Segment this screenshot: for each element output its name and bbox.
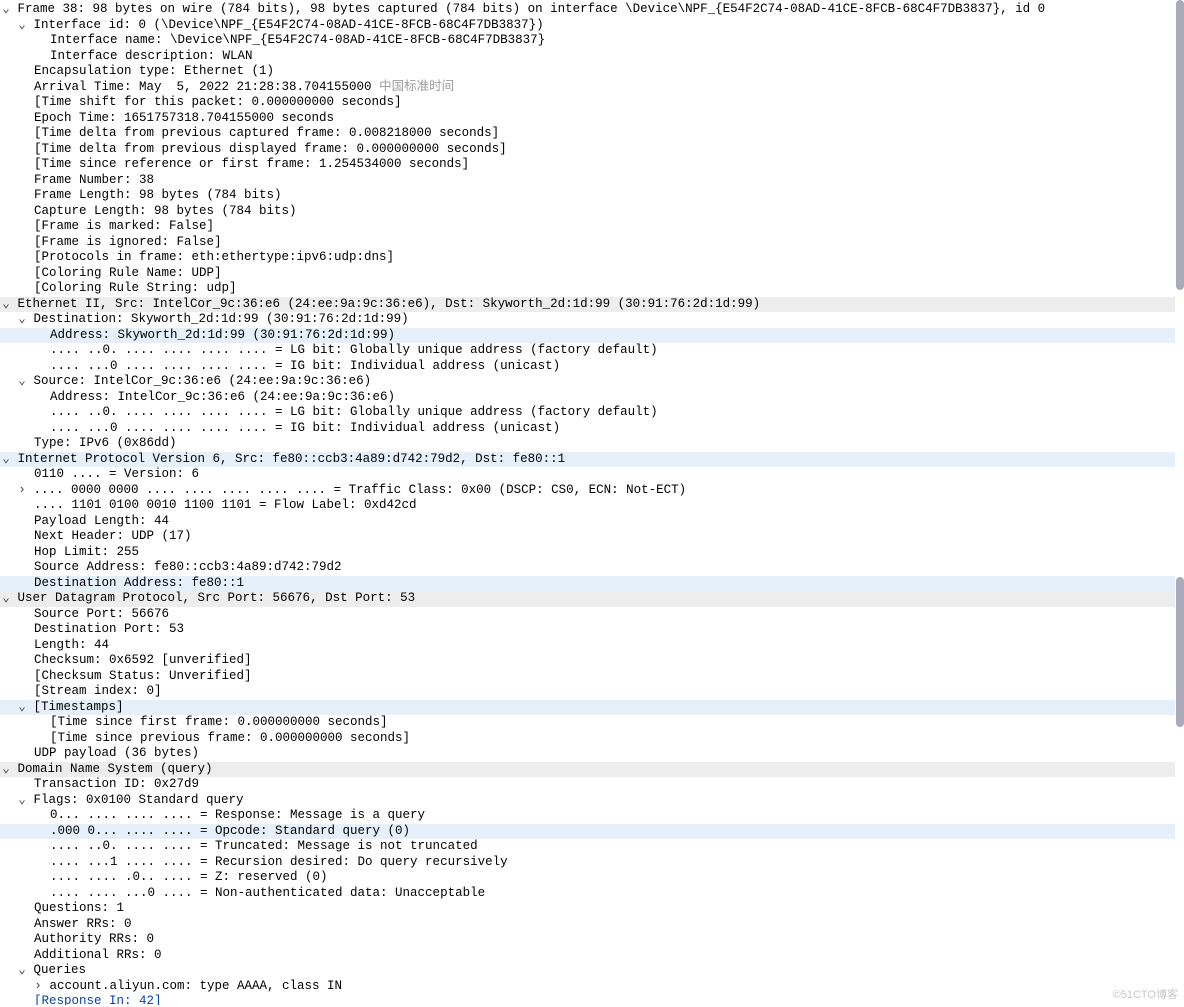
- packet-details-pane: ⌄ Frame 38: 98 bytes on wire (784 bits),…: [0, 0, 1184, 1007]
- chevron-right-icon: ›: [18, 483, 26, 499]
- eth-src-lg-bit[interactable]: .... ..0. .... .... .... .... = LG bit: …: [0, 405, 1175, 421]
- dns-additional-rrs[interactable]: Additional RRs: 0: [0, 948, 1175, 964]
- frame-ignored[interactable]: [Frame is ignored: False]: [0, 235, 1175, 251]
- interface-id[interactable]: ⌄ Interface id: 0 (\Device\NPF_{E54F2C74…: [0, 18, 1175, 34]
- dns-answer-rrs[interactable]: Answer RRs: 0: [0, 917, 1175, 933]
- interface-name[interactable]: Interface name: \Device\NPF_{E54F2C74-08…: [0, 33, 1175, 49]
- vertical-scrollbar[interactable]: [1176, 0, 1184, 1007]
- dns-flag-opcode[interactable]: .000 0... .... .... = Opcode: Standard q…: [0, 824, 1175, 840]
- chevron-down-icon: ⌄: [18, 312, 26, 328]
- time-shift[interactable]: [Time shift for this packet: 0.000000000…: [0, 95, 1175, 111]
- ipv6-next-header[interactable]: Next Header: UDP (17): [0, 529, 1175, 545]
- chevron-down-icon: ⌄: [18, 374, 26, 390]
- udp-time-since-first[interactable]: [Time since first frame: 0.000000000 sec…: [0, 715, 1175, 731]
- watermark: ©51CTO博客: [1113, 988, 1178, 1004]
- frame-marked[interactable]: [Frame is marked: False]: [0, 219, 1175, 235]
- udp-stream-index[interactable]: [Stream index: 0]: [0, 684, 1175, 700]
- chevron-right-icon: ›: [34, 979, 42, 995]
- frame-summary[interactable]: ⌄ Frame 38: 98 bytes on wire (784 bits),…: [0, 2, 1175, 18]
- ipv6-destination-address[interactable]: Destination Address: fe80::1: [0, 576, 1175, 592]
- eth-dst-lg-bit[interactable]: .... ..0. .... .... .... .... = LG bit: …: [0, 343, 1175, 359]
- capture-length[interactable]: Capture Length: 98 bytes (784 bits): [0, 204, 1175, 220]
- chevron-down-icon: ⌄: [2, 452, 10, 468]
- dns-flag-response[interactable]: 0... .... .... .... = Response: Message …: [0, 808, 1175, 824]
- interface-desc[interactable]: Interface description: WLAN: [0, 49, 1175, 65]
- dns-response-in-link[interactable]: [Response In: 42]: [34, 994, 162, 1005]
- dns-response-in[interactable]: [Response In: 42]: [0, 994, 1175, 1005]
- eth-type[interactable]: Type: IPv6 (0x86dd): [0, 436, 1175, 452]
- eth-src-address[interactable]: Address: IntelCor_9c:36:e6 (24:ee:9a:9c:…: [0, 390, 1175, 406]
- interface-id-text: Interface id: 0 (\Device\NPF_{E54F2C74-0…: [34, 18, 544, 32]
- coloring-rule-string[interactable]: [Coloring Rule String: udp]: [0, 281, 1175, 297]
- packet-tree[interactable]: ⌄ Frame 38: 98 bytes on wire (784 bits),…: [0, 2, 1175, 1005]
- ipv6-hop-limit[interactable]: Hop Limit: 255: [0, 545, 1175, 561]
- dns-flag-z[interactable]: .... .... .0.. .... = Z: reserved (0): [0, 870, 1175, 886]
- udp-summary[interactable]: ⌄ User Datagram Protocol, Src Port: 5667…: [0, 591, 1175, 607]
- dns-authority-rrs[interactable]: Authority RRs: 0: [0, 932, 1175, 948]
- ipv6-traffic-class[interactable]: › .... 0000 0000 .... .... .... .... ...…: [0, 483, 1175, 499]
- udp-payload[interactable]: UDP payload (36 bytes): [0, 746, 1175, 762]
- dns-summary[interactable]: ⌄ Domain Name System (query): [0, 762, 1175, 778]
- eth-dst-address[interactable]: Address: Skyworth_2d:1d:99 (30:91:76:2d:…: [0, 328, 1175, 344]
- udp-time-since-previous[interactable]: [Time since previous frame: 0.000000000 …: [0, 731, 1175, 747]
- time-delta-displayed[interactable]: [Time delta from previous displayed fram…: [0, 142, 1175, 158]
- scrollbar-thumb[interactable]: [1176, 0, 1184, 290]
- ethernet-summary[interactable]: ⌄ Ethernet II, Src: IntelCor_9c:36:e6 (2…: [0, 297, 1175, 313]
- dns-transaction-id[interactable]: Transaction ID: 0x27d9: [0, 777, 1175, 793]
- time-since-reference[interactable]: [Time since reference or first frame: 1.…: [0, 157, 1175, 173]
- protocols-in-frame[interactable]: [Protocols in frame: eth:ethertype:ipv6:…: [0, 250, 1175, 266]
- udp-summary-text: User Datagram Protocol, Src Port: 56676,…: [18, 591, 416, 605]
- time-delta-captured[interactable]: [Time delta from previous captured frame…: [0, 126, 1175, 142]
- udp-destination-port[interactable]: Destination Port: 53: [0, 622, 1175, 638]
- chevron-down-icon: ⌄: [2, 297, 10, 313]
- timezone-label: 中国标准时间: [379, 80, 454, 94]
- udp-length[interactable]: Length: 44: [0, 638, 1175, 654]
- encapsulation-type[interactable]: Encapsulation type: Ethernet (1): [0, 64, 1175, 80]
- chevron-down-icon: ⌄: [2, 2, 10, 18]
- dns-query-item[interactable]: › account.aliyun.com: type AAAA, class I…: [0, 979, 1175, 995]
- chevron-down-icon: ⌄: [2, 762, 10, 778]
- udp-checksum-status[interactable]: [Checksum Status: Unverified]: [0, 669, 1175, 685]
- dns-summary-text: Domain Name System (query): [18, 762, 213, 776]
- ipv6-summary-text: Internet Protocol Version 6, Src: fe80::…: [18, 452, 566, 466]
- frame-number[interactable]: Frame Number: 38: [0, 173, 1175, 189]
- frame-summary-text: Frame 38: 98 bytes on wire (784 bits), 9…: [18, 2, 1046, 16]
- scrollbar-thumb[interactable]: [1176, 577, 1184, 727]
- dns-questions[interactable]: Questions: 1: [0, 901, 1175, 917]
- chevron-down-icon: ⌄: [2, 591, 10, 607]
- ipv6-flow-label[interactable]: .... 1101 0100 0010 1100 1101 = Flow Lab…: [0, 498, 1175, 514]
- eth-source[interactable]: ⌄ Source: IntelCor_9c:36:e6 (24:ee:9a:9c…: [0, 374, 1175, 390]
- coloring-rule-name[interactable]: [Coloring Rule Name: UDP]: [0, 266, 1175, 282]
- dns-flag-non-auth[interactable]: .... .... ...0 .... = Non-authenticated …: [0, 886, 1175, 902]
- dns-flags[interactable]: ⌄ Flags: 0x0100 Standard query: [0, 793, 1175, 809]
- eth-dst-ig-bit[interactable]: .... ...0 .... .... .... .... = IG bit: …: [0, 359, 1175, 375]
- udp-source-port[interactable]: Source Port: 56676: [0, 607, 1175, 623]
- udp-timestamps[interactable]: ⌄ [Timestamps]: [0, 700, 1175, 716]
- ipv6-version[interactable]: 0110 .... = Version: 6: [0, 467, 1175, 483]
- chevron-down-icon: ⌄: [18, 963, 26, 979]
- frame-length[interactable]: Frame Length: 98 bytes (784 bits): [0, 188, 1175, 204]
- chevron-down-icon: ⌄: [18, 18, 26, 34]
- eth-destination[interactable]: ⌄ Destination: Skyworth_2d:1d:99 (30:91:…: [0, 312, 1175, 328]
- eth-src-ig-bit[interactable]: .... ...0 .... .... .... .... = IG bit: …: [0, 421, 1175, 437]
- dns-queries[interactable]: ⌄ Queries: [0, 963, 1175, 979]
- ethernet-summary-text: Ethernet II, Src: IntelCor_9c:36:e6 (24:…: [18, 297, 761, 311]
- ipv6-source-address[interactable]: Source Address: fe80::ccb3:4a89:d742:79d…: [0, 560, 1175, 576]
- arrival-time[interactable]: Arrival Time: May 5, 2022 21:28:38.70415…: [0, 80, 1175, 96]
- chevron-down-icon: ⌄: [18, 700, 26, 716]
- chevron-down-icon: ⌄: [18, 793, 26, 809]
- ipv6-summary[interactable]: ⌄ Internet Protocol Version 6, Src: fe80…: [0, 452, 1175, 468]
- dns-flag-truncated[interactable]: .... ..0. .... .... = Truncated: Message…: [0, 839, 1175, 855]
- epoch-time[interactable]: Epoch Time: 1651757318.704155000 seconds: [0, 111, 1175, 127]
- dns-flag-recursion-desired[interactable]: .... ...1 .... .... = Recursion desired:…: [0, 855, 1175, 871]
- udp-checksum[interactable]: Checksum: 0x6592 [unverified]: [0, 653, 1175, 669]
- ipv6-payload-length[interactable]: Payload Length: 44: [0, 514, 1175, 530]
